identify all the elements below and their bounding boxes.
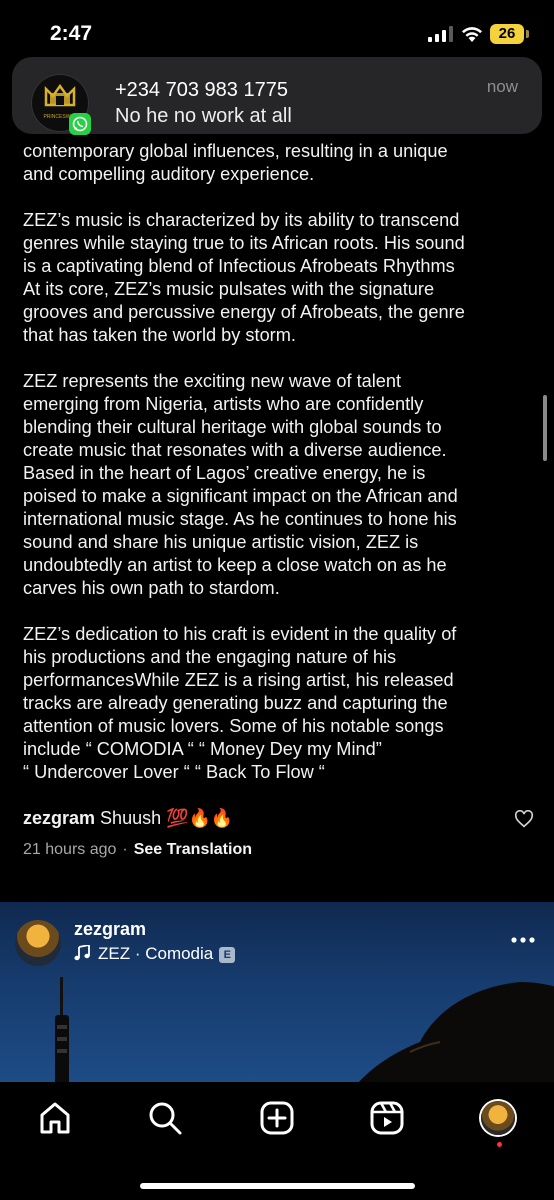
caption-paragraph: ZEZ represents the exciting new wave of … <box>23 370 538 600</box>
caption-line: his productions and the engaging nature … <box>23 647 397 667</box>
caption-line: ZEZ’s dedication to his craft is evident… <box>23 624 457 644</box>
caption-line: “ Undercover Lover “ “ Back To Flow “ <box>23 762 325 782</box>
comment: zezgram Shuush 💯🔥🔥 <box>23 808 233 829</box>
signal-icon <box>428 26 453 42</box>
nav-reels[interactable] <box>367 1098 407 1138</box>
like-heart-icon[interactable] <box>514 810 534 828</box>
comment-username[interactable]: zezgram <box>23 808 95 828</box>
status-time: 2:47 <box>50 22 93 45</box>
caption-line: performancesWhile ZEZ is a rising artist… <box>23 670 454 690</box>
caption-line: create music that resonates with a diver… <box>23 440 447 460</box>
caption-line: international music stage. As he continu… <box>23 509 457 529</box>
notification-message: No he no work at all <box>115 105 292 127</box>
separator: · <box>122 841 128 858</box>
nav-profile[interactable] <box>478 1098 518 1138</box>
caption-line: emerging from Nigeria, artists who are c… <box>23 394 424 414</box>
caption-line: ZEZ’s music is characterized by its abil… <box>23 210 460 230</box>
nav-create[interactable] <box>257 1098 297 1138</box>
whatsapp-icon <box>69 113 91 135</box>
post-username[interactable]: zezgram <box>74 919 146 940</box>
artist-silhouette-image <box>358 982 554 1082</box>
post-music[interactable]: ZEZ · Comodia E <box>74 944 236 964</box>
post-caption: contemporary global influences, resultin… <box>23 140 538 807</box>
post-avatar[interactable] <box>15 920 61 966</box>
caption-line: At its core, ZEZ’s music pulsates with t… <box>23 279 435 299</box>
caption-paragraph: ZEZ’s dedication to his craft is evident… <box>23 623 538 784</box>
create-icon <box>260 1101 294 1135</box>
whatsapp-notification[interactable]: PRINCESWAY +234 703 983 1775 No he no wo… <box>12 57 542 135</box>
more-options-icon[interactable] <box>510 936 536 944</box>
caption-line: carves his own path to stardom. <box>23 578 280 598</box>
caption-line: poised to make a significant impact on t… <box>23 486 458 506</box>
notification-title: +234 703 983 1775 <box>115 79 288 101</box>
caption-paragraph: ZEZ’s music is characterized by its abil… <box>23 209 538 347</box>
nav-search[interactable] <box>145 1098 185 1138</box>
caption-paragraph: contemporary global influences, resultin… <box>23 140 538 186</box>
profile-avatar <box>481 1101 515 1135</box>
nav-home[interactable] <box>35 1098 75 1138</box>
next-post[interactable]: zezgram ZEZ · Comodia E <box>0 902 554 1082</box>
caption-line: contemporary global influences, resultin… <box>23 141 448 161</box>
caption-line: and compelling auditory experience. <box>23 164 315 184</box>
status-bar: 2:47 26 <box>0 0 554 60</box>
caption-line: grooves and percussive energy of Afrobea… <box>23 302 465 322</box>
home-icon <box>40 1102 70 1134</box>
microphone-stand-image <box>55 977 69 1082</box>
caption-line: is a captivating blend of Infectious Afr… <box>23 256 455 276</box>
home-indicator[interactable] <box>140 1183 415 1189</box>
caption-line: undoubtedly an artist to keep a close wa… <box>23 555 447 575</box>
wifi-icon <box>462 27 482 42</box>
comment-meta: 21 hours ago · See Translation <box>23 841 252 859</box>
caption-line: sound and share his unique artistic visi… <box>23 532 419 552</box>
caption-line: ZEZ represents the exciting new wave of … <box>23 371 402 391</box>
comment-time: 21 hours ago <box>23 841 117 858</box>
explicit-badge: E <box>219 947 236 963</box>
notification-dot <box>497 1142 502 1147</box>
battery-indicator: 26 <box>490 24 524 44</box>
see-translation-link[interactable]: See Translation <box>134 841 252 858</box>
crown-logo-icon <box>44 83 76 107</box>
comment-text: Shuush 💯🔥🔥 <box>100 808 234 828</box>
caption-line: Based in the heart of Lagos’ creative en… <box>23 463 426 483</box>
caption-line: blending their cultural heritage with gl… <box>23 417 442 437</box>
music-note-icon <box>74 945 90 961</box>
scroll-indicator[interactable] <box>543 395 547 461</box>
music-label: ZEZ · Comodia <box>98 944 214 963</box>
caption-line: include “ COMODIA “ “ Money Dey my Mind” <box>23 739 382 759</box>
notification-time: now <box>486 77 518 96</box>
caption-line: tracks are already generating buzz and c… <box>23 693 448 713</box>
caption-line: attention of music lovers. Some of his n… <box>23 716 444 736</box>
battery-nub <box>526 30 529 38</box>
search-icon <box>149 1102 182 1135</box>
caption-line: that has taken the world by storm. <box>23 325 296 345</box>
reels-icon <box>370 1101 404 1135</box>
caption-line: genres while staying true to its African… <box>23 233 465 253</box>
